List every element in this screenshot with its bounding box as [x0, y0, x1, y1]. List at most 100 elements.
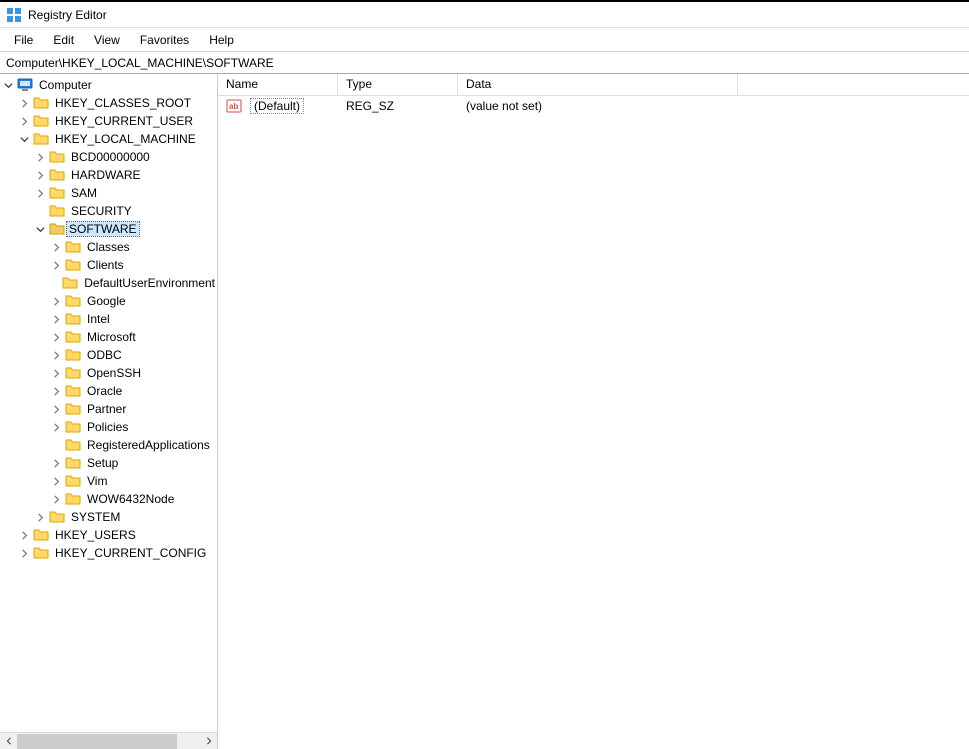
folder-icon	[65, 347, 81, 363]
tree-view[interactable]: Computer HKEY_CLASSES_ROOT	[0, 74, 217, 732]
chevron-right-icon[interactable]	[50, 457, 63, 470]
folder-icon	[33, 545, 49, 561]
tree-label: SYSTEM	[69, 510, 122, 524]
tree-label: RegisteredApplications	[85, 438, 212, 452]
chevron-right-icon[interactable]	[34, 511, 47, 524]
tree-node-software[interactable]: SOFTWARE	[0, 220, 217, 238]
chevron-right-icon[interactable]	[50, 475, 63, 488]
chevron-right-icon[interactable]	[18, 547, 31, 560]
menu-edit[interactable]: Edit	[43, 30, 84, 50]
scroll-right-arrow-icon[interactable]	[200, 733, 217, 749]
folder-icon	[65, 257, 81, 273]
menu-favorites[interactable]: Favorites	[130, 30, 199, 50]
tree-node-hkcc[interactable]: HKEY_CURRENT_CONFIG	[0, 544, 217, 562]
folder-icon	[65, 239, 81, 255]
tree-node-partner[interactable]: Partner	[0, 400, 217, 418]
tree-node-computer[interactable]: Computer	[0, 76, 217, 94]
tree-node-intel[interactable]: Intel	[0, 310, 217, 328]
tree-node-hardware[interactable]: HARDWARE	[0, 166, 217, 184]
window-title: Registry Editor	[28, 8, 107, 22]
tree-node-sam[interactable]: SAM	[0, 184, 217, 202]
tree-node-clients[interactable]: Clients	[0, 256, 217, 274]
chevron-right-icon[interactable]	[34, 187, 47, 200]
tree-node-odbc[interactable]: ODBC	[0, 346, 217, 364]
column-header-name[interactable]: Name	[218, 74, 338, 95]
chevron-right-icon[interactable]	[18, 97, 31, 110]
folder-icon	[65, 311, 81, 327]
tree-label: Classes	[85, 240, 132, 254]
tree-node-regapps[interactable]: · RegisteredApplications	[0, 436, 217, 454]
folder-icon	[62, 275, 78, 291]
chevron-right-icon[interactable]	[50, 367, 63, 380]
folder-icon	[33, 95, 49, 111]
folder-icon	[65, 437, 81, 453]
value-name-cell: ab (Default)	[218, 98, 338, 114]
tree-node-hklm[interactable]: HKEY_LOCAL_MACHINE	[0, 130, 217, 148]
tree-node-policies[interactable]: Policies	[0, 418, 217, 436]
folder-icon	[65, 401, 81, 417]
folder-icon	[65, 419, 81, 435]
menu-file[interactable]: File	[4, 30, 43, 50]
folder-icon	[65, 329, 81, 345]
tree-node-vim[interactable]: Vim	[0, 472, 217, 490]
address-text: Computer\HKEY_LOCAL_MACHINE\SOFTWARE	[6, 56, 274, 70]
folder-icon	[33, 113, 49, 129]
tree-label: HKEY_LOCAL_MACHINE	[53, 132, 198, 146]
tree-label: BCD00000000	[69, 150, 152, 164]
folder-icon	[49, 149, 65, 165]
scroll-left-arrow-icon[interactable]	[0, 733, 17, 749]
chevron-right-icon[interactable]	[34, 151, 47, 164]
chevron-right-icon[interactable]	[50, 295, 63, 308]
scroll-track[interactable]	[17, 733, 200, 749]
folder-icon	[65, 473, 81, 489]
chevron-right-icon[interactable]	[18, 529, 31, 542]
chevron-right-icon[interactable]	[50, 421, 63, 434]
chevron-right-icon[interactable]	[50, 259, 63, 272]
tree-label: Partner	[85, 402, 128, 416]
tree-node-security[interactable]: · SECURITY	[0, 202, 217, 220]
list-body[interactable]: ab (Default) REG_SZ (value not set)	[218, 96, 969, 749]
tree-label: Computer	[37, 78, 94, 92]
tree-node-system[interactable]: SYSTEM	[0, 508, 217, 526]
chevron-right-icon[interactable]	[34, 169, 47, 182]
tree-node-wow64[interactable]: WOW6432Node	[0, 490, 217, 508]
tree-node-setup[interactable]: Setup	[0, 454, 217, 472]
chevron-right-icon[interactable]	[18, 115, 31, 128]
tree-label: SAM	[69, 186, 99, 200]
chevron-right-icon[interactable]	[50, 349, 63, 362]
folder-icon	[49, 185, 65, 201]
chevron-right-icon[interactable]	[50, 331, 63, 344]
address-bar[interactable]: Computer\HKEY_LOCAL_MACHINE\SOFTWARE	[0, 52, 969, 74]
column-header-data[interactable]: Data	[458, 74, 738, 95]
tree-label: HKEY_CURRENT_USER	[53, 114, 195, 128]
menu-view[interactable]: View	[84, 30, 130, 50]
chevron-right-icon[interactable]	[50, 385, 63, 398]
tree-node-hku[interactable]: HKEY_USERS	[0, 526, 217, 544]
value-row[interactable]: ab (Default) REG_SZ (value not set)	[218, 96, 969, 116]
chevron-right-icon[interactable]	[50, 403, 63, 416]
tree-node-oracle[interactable]: Oracle	[0, 382, 217, 400]
tree-node-bcd[interactable]: BCD00000000	[0, 148, 217, 166]
chevron-down-icon[interactable]	[2, 79, 15, 92]
tree-label: Policies	[85, 420, 130, 434]
tree-node-microsoft[interactable]: Microsoft	[0, 328, 217, 346]
chevron-down-icon[interactable]	[34, 223, 47, 236]
scroll-thumb[interactable]	[17, 734, 177, 749]
tree-node-due[interactable]: · DefaultUserEnvironment	[0, 274, 217, 292]
column-header-type[interactable]: Type	[338, 74, 458, 95]
tree-node-classes[interactable]: Classes	[0, 238, 217, 256]
value-name: (Default)	[250, 98, 304, 114]
value-type: REG_SZ	[338, 99, 458, 113]
chevron-right-icon[interactable]	[50, 493, 63, 506]
menu-help[interactable]: Help	[199, 30, 244, 50]
tree-hscrollbar[interactable]	[0, 732, 217, 749]
chevron-down-icon[interactable]	[18, 133, 31, 146]
tree-node-hkcu[interactable]: HKEY_CURRENT_USER	[0, 112, 217, 130]
chevron-right-icon[interactable]	[50, 241, 63, 254]
tree-label: SECURITY	[69, 204, 134, 218]
tree-node-hkcr[interactable]: HKEY_CLASSES_ROOT	[0, 94, 217, 112]
folder-icon	[49, 509, 65, 525]
tree-node-openssh[interactable]: OpenSSH	[0, 364, 217, 382]
tree-node-google[interactable]: Google	[0, 292, 217, 310]
chevron-right-icon[interactable]	[50, 313, 63, 326]
